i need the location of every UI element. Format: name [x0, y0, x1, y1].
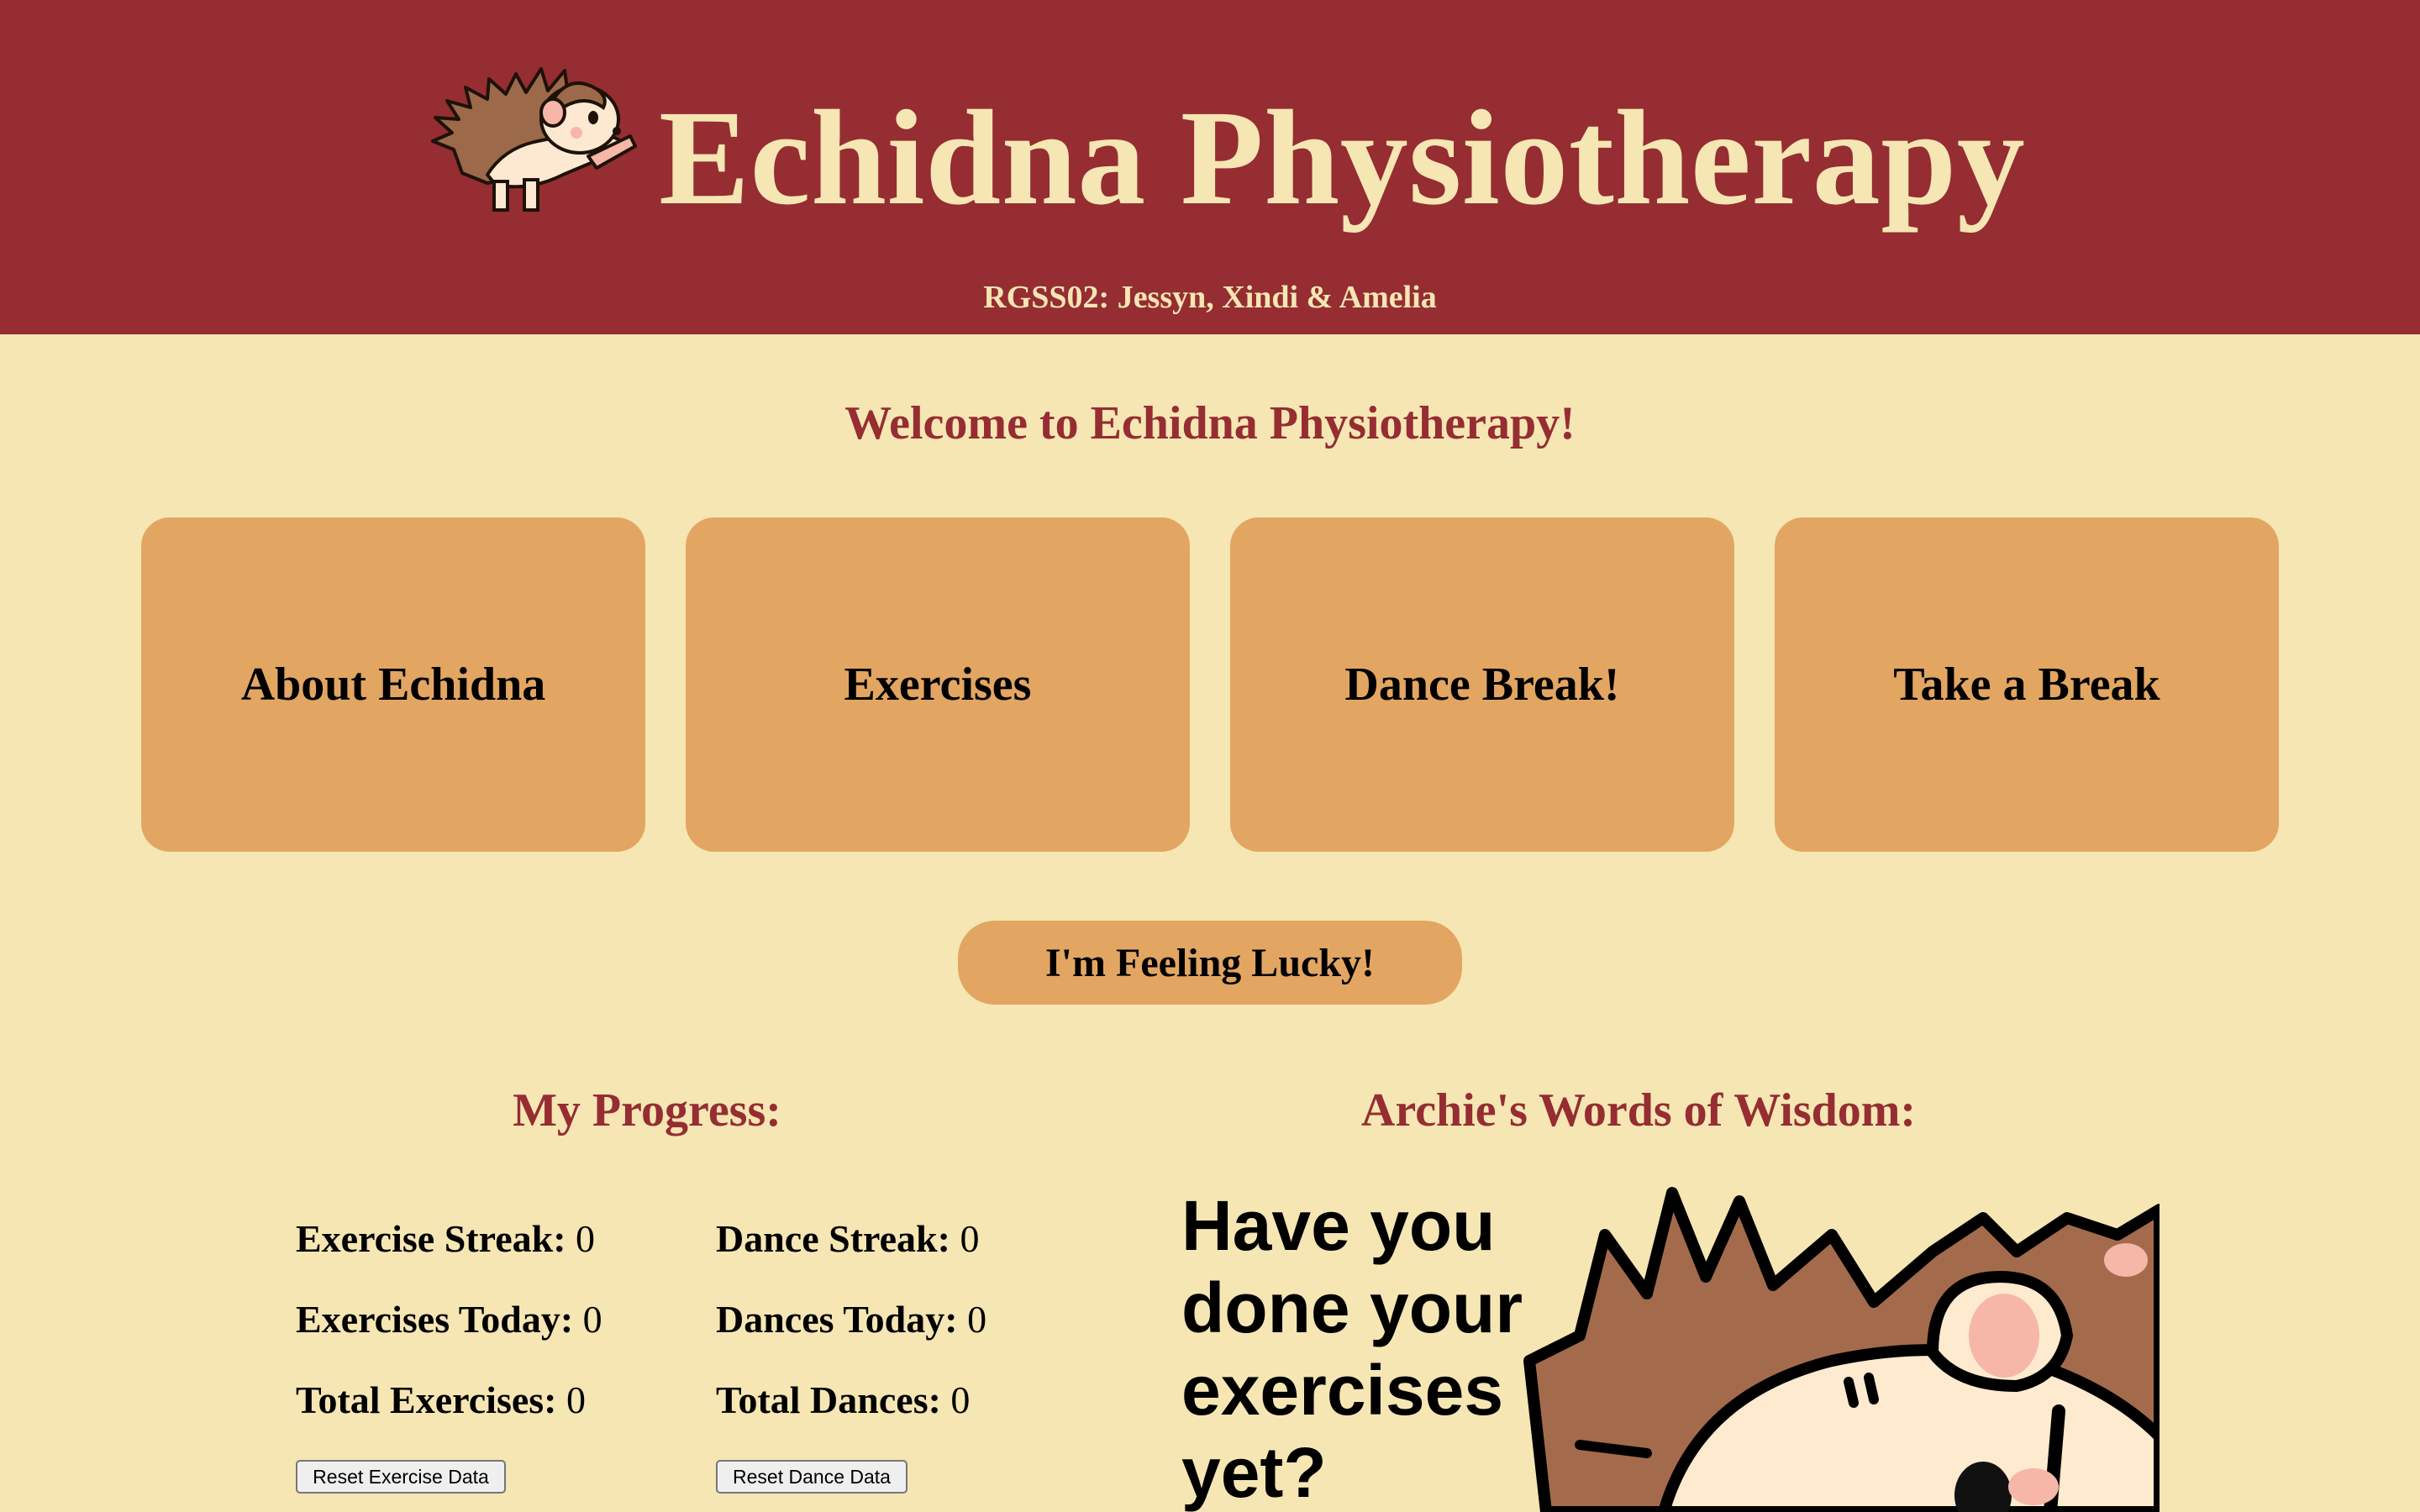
- nav-card-label: Dance Break!: [1344, 659, 1620, 711]
- stat-value: 0: [566, 1378, 586, 1421]
- nav-card-label: Take a Break: [1893, 659, 2160, 711]
- stat-label: Exercise Streak:: [296, 1217, 566, 1260]
- echidna-mascot-icon: [431, 67, 637, 212]
- exercises-today-stat: Exercises Today: 0: [296, 1297, 602, 1341]
- nav-card-exercises[interactable]: Exercises: [686, 517, 1190, 852]
- nav-card-take-a-break[interactable]: Take a Break: [1775, 517, 2279, 852]
- stat-value: 0: [967, 1298, 987, 1341]
- progress-heading: My Progress:: [513, 1084, 781, 1137]
- stat-label: Dance Streak:: [716, 1217, 950, 1260]
- site-header: Echidna Physiotherapy RGSS02: Jessyn, Xi…: [0, 0, 2420, 334]
- wisdom-heading: Archie's Words of Wisdom:: [1360, 1084, 1917, 1137]
- stat-label: Dances Today:: [716, 1298, 958, 1341]
- site-title: Echidna Physiotherapy: [659, 83, 2026, 234]
- nav-card-about[interactable]: About Echidna: [141, 517, 645, 852]
- stat-value: 0: [950, 1378, 971, 1421]
- feeling-lucky-button[interactable]: I'm Feeling Lucky!: [958, 921, 1462, 1005]
- welcome-heading: Welcome to Echidna Physiotherapy!: [844, 397, 1576, 449]
- feeling-lucky-label: I'm Feeling Lucky!: [1045, 940, 1375, 985]
- dance-streak-stat: Dance Streak: 0: [716, 1216, 979, 1261]
- dances-today-stat: Dances Today: 0: [716, 1297, 986, 1341]
- reset-exercise-data-button[interactable]: Reset Exercise Data: [296, 1460, 506, 1494]
- nav-card-label: Exercises: [844, 659, 1032, 711]
- nav-card-dance-break[interactable]: Dance Break!: [1230, 517, 1734, 852]
- page: Echidna Physiotherapy RGSS02: Jessyn, Xi…: [0, 0, 2420, 1512]
- reset-dance-data-button[interactable]: Reset Dance Data: [716, 1460, 908, 1494]
- archie-mascot-closeup-icon: [1523, 1187, 2160, 1512]
- site-subtitle: RGSS02: Jessyn, Xindi & Amelia: [983, 280, 1437, 315]
- stat-label: Total Exercises:: [296, 1378, 557, 1421]
- exercise-streak-stat: Exercise Streak: 0: [296, 1216, 595, 1261]
- nav-card-label: About Echidna: [240, 659, 546, 711]
- stat-label: Exercises Today:: [296, 1298, 574, 1341]
- stat-label: Total Dances:: [716, 1378, 941, 1421]
- stat-value: 0: [576, 1217, 596, 1260]
- stat-value: 0: [582, 1298, 602, 1341]
- total-exercises-stat: Total Exercises: 0: [296, 1378, 586, 1422]
- stat-value: 0: [960, 1217, 980, 1260]
- total-dances-stat: Total Dances: 0: [716, 1378, 970, 1422]
